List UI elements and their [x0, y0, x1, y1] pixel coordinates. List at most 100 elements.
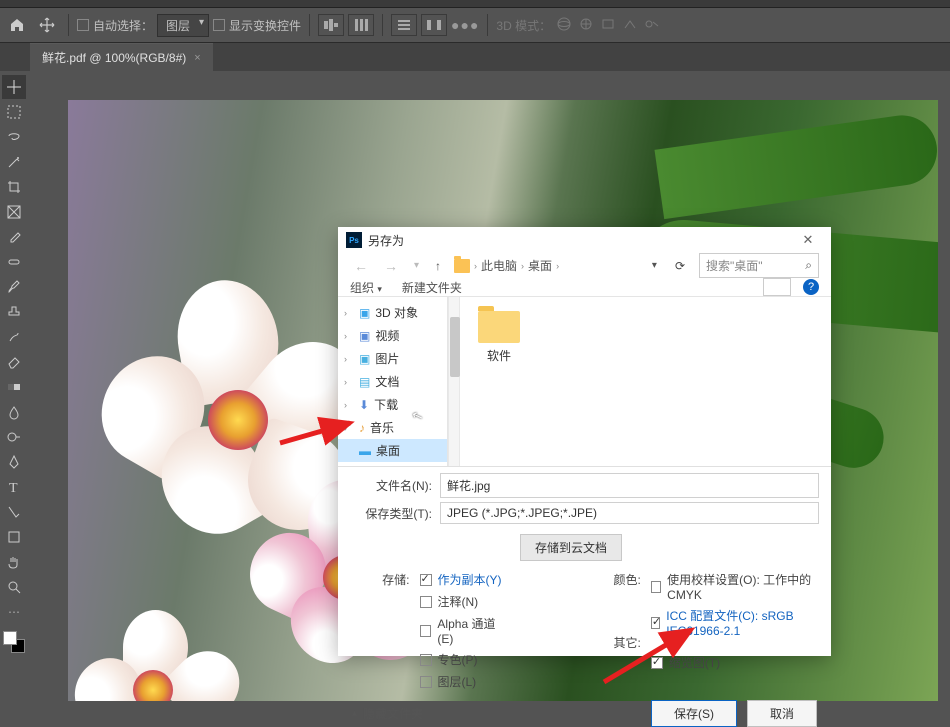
history-brush-tool[interactable] [2, 325, 26, 349]
tree-downloads[interactable]: ›⬇下载 [338, 393, 447, 416]
edit-toolbar[interactable]: ⋯ [2, 600, 26, 624]
crumb-desktop[interactable]: 桌面 [528, 257, 552, 274]
type-tool[interactable]: T [2, 475, 26, 499]
tree-music[interactable]: ›♪音乐 [338, 416, 447, 439]
frame-tool[interactable] [2, 200, 26, 224]
view-mode-button[interactable] [763, 278, 791, 296]
file-list[interactable]: 软件 [460, 297, 831, 466]
store-label: 存储: [350, 571, 410, 690]
nav-history[interactable]: ▾ [410, 260, 423, 271]
folder-icon [454, 259, 470, 273]
refresh-icon[interactable]: ⟳ [669, 259, 691, 273]
move-tool-icon[interactable] [34, 12, 60, 38]
filename-input[interactable]: 鲜花.jpg [440, 473, 819, 498]
dialog-titlebar: Ps 另存为 ✕ [338, 227, 831, 253]
wand-tool[interactable] [2, 150, 26, 174]
menubar [0, 0, 950, 8]
3d-icon-3[interactable] [599, 16, 617, 35]
tree-desktop[interactable]: ▬桌面 [338, 439, 447, 462]
stamp-tool[interactable] [2, 300, 26, 324]
tree-scrollbar[interactable] [448, 297, 460, 466]
heal-tool[interactable] [2, 250, 26, 274]
ps-icon: Ps [346, 232, 362, 248]
3d-icon-5[interactable] [643, 16, 661, 35]
gradient-tool[interactable] [2, 375, 26, 399]
zoom-tool[interactable] [2, 575, 26, 599]
home-button[interactable] [4, 12, 30, 38]
thumbnail-checkbox[interactable]: 缩览图(T) [651, 654, 819, 671]
pen-tool[interactable] [2, 450, 26, 474]
save-button[interactable]: 保存(S) [651, 700, 737, 727]
distribute-1[interactable] [391, 14, 417, 36]
options-bar: 自动选择： 图层 显示变换控件 ●●● 3D 模式： [0, 8, 950, 43]
3d-mode-label: 3D 模式： [496, 17, 551, 34]
tree-pictures[interactable]: ›▣图片 [338, 347, 447, 370]
hand-tool[interactable] [2, 550, 26, 574]
help-icon[interactable]: ? [803, 279, 819, 295]
crumb-thispc[interactable]: 此电脑 [481, 257, 517, 274]
filename-label: 文件名(N): [350, 477, 432, 494]
organize-button[interactable]: 组织 ▾ [350, 279, 382, 296]
alpha-checkbox[interactable]: Alpha 通道(E) [420, 615, 511, 646]
3d-icon-2[interactable] [577, 16, 595, 35]
filetype-select[interactable]: JPEG (*.JPG;*.JPEG;*.JPE) [440, 502, 819, 524]
search-icon: ⌕ [805, 258, 812, 273]
document-tab-bar: 鲜花.pdf @ 100%(RGB/8#) × [0, 43, 950, 71]
path-tool[interactable] [2, 500, 26, 524]
cancel-button[interactable]: 取消 [747, 700, 817, 727]
path-dropdown[interactable]: ▾ [648, 260, 661, 271]
eraser-tool[interactable] [2, 350, 26, 374]
close-icon[interactable]: ✕ [793, 227, 823, 253]
color-label: 颜色: [581, 571, 641, 588]
layers-checkbox[interactable]: 图层(L) [420, 673, 511, 690]
layer-dropdown[interactable]: 图层 [157, 14, 209, 37]
notes-checkbox[interactable]: 注释(N) [420, 593, 511, 610]
distribute-2[interactable] [421, 14, 447, 36]
dialog-footer: ▴隐藏文件夹 保存(S) 取消 [338, 700, 831, 727]
other-label: 其它: [581, 634, 641, 651]
color-swatches[interactable] [3, 631, 25, 653]
dialog-body: ›▣3D 对象 ›▣视频 ›▣图片 ›▤文档 ›⬇下载 ›♪音乐 ▬桌面 软件 [338, 297, 831, 467]
dialog-title: 另存为 [368, 232, 793, 249]
tab-close[interactable]: × [194, 52, 200, 64]
nav-up[interactable]: ↑ [431, 259, 445, 273]
tools-panel: T ⋯ [0, 71, 28, 701]
proof-checkbox[interactable]: 使用校样设置(O): 工作中的 CMYK [651, 571, 819, 602]
spot-checkbox[interactable]: 专色(P) [420, 651, 511, 668]
dialog-options: 文件名(N): 鲜花.jpg 保存类型(T): JPEG (*.JPG;*.JP… [338, 467, 831, 700]
align-group-2[interactable] [348, 14, 374, 36]
nav-forward[interactable]: → [380, 258, 402, 274]
new-folder-button[interactable]: 新建文件夹 [402, 279, 462, 296]
brush-tool[interactable] [2, 275, 26, 299]
dodge-tool[interactable] [2, 425, 26, 449]
eyedropper-tool[interactable] [2, 225, 26, 249]
move-tool[interactable] [2, 75, 26, 99]
tree-documents[interactable]: ›▤文档 [338, 370, 447, 393]
nav-back[interactable]: ← [350, 258, 372, 274]
breadcrumb[interactable]: › 此电脑 › 桌面 › [453, 256, 640, 275]
nav-tree: ›▣3D 对象 ›▣视频 ›▣图片 ›▤文档 ›⬇下载 ›♪音乐 ▬桌面 [338, 297, 448, 466]
document-tab[interactable]: 鲜花.pdf @ 100%(RGB/8#) × [30, 43, 213, 71]
as-copy-checkbox[interactable]: 作为副本(Y) [420, 571, 511, 588]
icc-checkbox[interactable]: ICC 配置文件(C): sRGB IEC61966-2.1 [651, 607, 819, 638]
auto-select-checkbox[interactable]: 自动选择： [77, 17, 153, 34]
tree-3dobjects[interactable]: ›▣3D 对象 [338, 301, 447, 324]
marquee-tool[interactable] [2, 100, 26, 124]
search-input[interactable]: 搜索"桌面" ⌕ [699, 253, 819, 278]
folder-label: 软件 [487, 347, 511, 364]
3d-icon-1[interactable] [555, 16, 573, 35]
show-transform-checkbox[interactable]: 显示变换控件 [213, 17, 301, 34]
hide-folders-toggle[interactable]: ▴隐藏文件夹 [352, 705, 423, 722]
tab-title: 鲜花.pdf @ 100%(RGB/8#) [42, 49, 186, 66]
3d-icon-4[interactable] [621, 16, 639, 35]
crop-tool[interactable] [2, 175, 26, 199]
save-as-dialog: Ps 另存为 ✕ ← → ▾ ↑ › 此电脑 › 桌面 › ▾ ⟳ 搜索"桌面"… [338, 227, 831, 656]
save-to-cloud-button[interactable]: 存储到云文档 [520, 534, 622, 561]
tree-video[interactable]: ›▣视频 [338, 324, 447, 347]
lasso-tool[interactable] [2, 125, 26, 149]
shape-tool[interactable] [2, 525, 26, 549]
align-group-1[interactable] [318, 14, 344, 36]
folder-item[interactable]: 软件 [470, 307, 528, 368]
more-options[interactable]: ●●● [451, 17, 479, 33]
blur-tool[interactable] [2, 400, 26, 424]
